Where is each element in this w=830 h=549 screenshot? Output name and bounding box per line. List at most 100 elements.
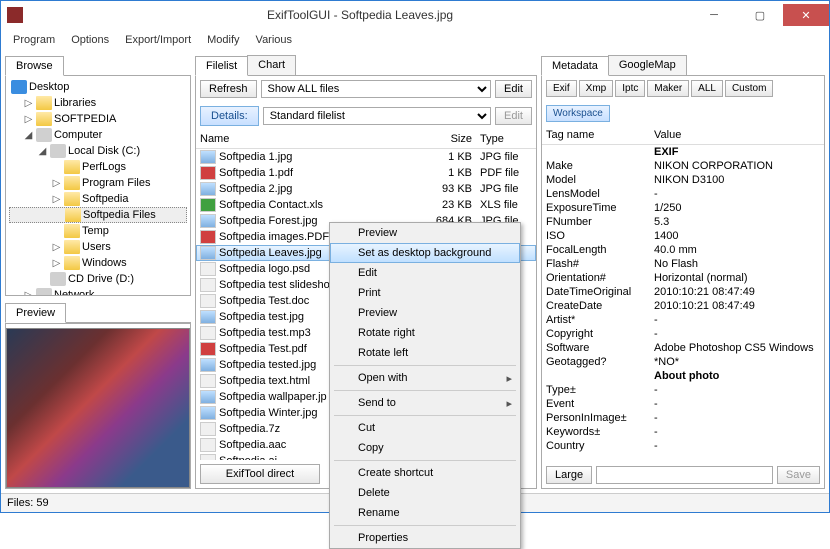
- maker-button[interactable]: Maker: [647, 80, 689, 97]
- context-item[interactable]: Delete: [330, 483, 520, 503]
- menu-modify[interactable]: Modify: [199, 31, 247, 49]
- col-type[interactable]: Type: [472, 133, 532, 145]
- close-button[interactable]: ✕: [783, 4, 829, 26]
- metadata-row[interactable]: EXIF: [542, 145, 824, 159]
- value-input[interactable]: [596, 466, 773, 484]
- metadata-row[interactable]: Country-: [542, 439, 824, 453]
- metadata-row[interactable]: Geotagged?*NO*: [542, 355, 824, 369]
- col-value[interactable]: Value: [654, 129, 681, 141]
- context-item[interactable]: Open with: [330, 368, 520, 388]
- file-row[interactable]: Softpedia Contact.xls23 KBXLS file: [196, 197, 536, 213]
- edit-filter-button[interactable]: Edit: [495, 80, 532, 98]
- metadata-row[interactable]: MakeNIKON CORPORATION: [542, 159, 824, 173]
- tree-item[interactable]: ▷SOFTPEDIA: [9, 111, 187, 127]
- metadata-row[interactable]: Copyright-: [542, 327, 824, 341]
- col-size[interactable]: Size: [422, 133, 472, 145]
- col-name[interactable]: Name: [200, 133, 422, 145]
- menu-export-import[interactable]: Export/Import: [117, 31, 199, 49]
- tree-item[interactable]: ▷Libraries: [9, 95, 187, 111]
- context-separator: [334, 525, 516, 526]
- context-menu[interactable]: PreviewSet as desktop backgroundEditPrin…: [329, 222, 521, 549]
- context-item[interactable]: Create shortcut: [330, 463, 520, 483]
- metadata-row[interactable]: About photo: [542, 369, 824, 383]
- filelist-header[interactable]: Name Size Type: [196, 130, 536, 149]
- metadata-row[interactable]: LensModel-: [542, 187, 824, 201]
- exiftool-direct-button[interactable]: ExifTool direct: [200, 464, 320, 484]
- context-item[interactable]: Rotate left: [330, 343, 520, 363]
- context-item[interactable]: Set as desktop background: [330, 243, 520, 263]
- tree-item[interactable]: ◢Local Disk (C:): [9, 143, 187, 159]
- metadata-row[interactable]: FNumber5.3: [542, 215, 824, 229]
- metadata-row[interactable]: Orientation#Horizontal (normal): [542, 271, 824, 285]
- metadata-row[interactable]: Flash#No Flash: [542, 257, 824, 271]
- filter-select[interactable]: Show ALL files: [261, 80, 492, 98]
- all-button[interactable]: ALL: [691, 80, 723, 97]
- tree-root[interactable]: Desktop: [9, 79, 187, 95]
- metadata-row[interactable]: Event-: [542, 397, 824, 411]
- minimize-button[interactable]: ─: [691, 4, 737, 26]
- tab-filelist[interactable]: Filelist: [195, 56, 248, 76]
- large-button[interactable]: Large: [546, 466, 592, 484]
- iptc-button[interactable]: Iptc: [615, 80, 645, 97]
- custom-button[interactable]: Custom: [725, 80, 773, 97]
- context-item[interactable]: Cut: [330, 418, 520, 438]
- tree-item[interactable]: PerfLogs: [9, 159, 187, 175]
- metadata-row[interactable]: Type±-: [542, 383, 824, 397]
- tree-item[interactable]: ▷Network: [9, 287, 187, 295]
- menu-various[interactable]: Various: [248, 31, 300, 49]
- edit-layout-button: Edit: [495, 107, 532, 125]
- metadata-row[interactable]: FocalLength40.0 mm: [542, 243, 824, 257]
- xmp-button[interactable]: Xmp: [579, 80, 614, 97]
- layout-select[interactable]: Standard filelist: [263, 107, 491, 125]
- folder-tree[interactable]: Desktop▷Libraries▷SOFTPEDIA◢Computer◢Loc…: [6, 76, 190, 295]
- metadata-row[interactable]: ModelNIKON D3100: [542, 173, 824, 187]
- file-row[interactable]: Softpedia 1.pdf1 KBPDF file: [196, 165, 536, 181]
- metadata-row[interactable]: PersonInImage±-: [542, 411, 824, 425]
- tree-item[interactable]: Temp: [9, 223, 187, 239]
- titlebar: ExifToolGUI - Softpedia Leaves.jpg ─ ▢ ✕: [1, 1, 829, 29]
- maximize-button[interactable]: ▢: [737, 4, 783, 26]
- tree-item[interactable]: ▷Program Files: [9, 175, 187, 191]
- tree-item[interactable]: ◢Computer: [9, 127, 187, 143]
- refresh-button[interactable]: Refresh: [200, 80, 257, 98]
- tree-item[interactable]: ▷Softpedia: [9, 191, 187, 207]
- file-row[interactable]: Softpedia 2.jpg93 KBJPG file: [196, 181, 536, 197]
- metadata-row[interactable]: ISO1400: [542, 229, 824, 243]
- preview-image: [6, 328, 190, 488]
- context-item[interactable]: Copy: [330, 438, 520, 458]
- tree-item[interactable]: ▷Windows: [9, 255, 187, 271]
- tab-googlemap[interactable]: GoogleMap: [608, 55, 687, 75]
- metadata-row[interactable]: Artist*-: [542, 313, 824, 327]
- metadata-row[interactable]: ExposureTime1/250: [542, 201, 824, 215]
- metadata-row[interactable]: DateTimeOriginal2010:10:21 08:47:49: [542, 285, 824, 299]
- context-item[interactable]: Send to: [330, 393, 520, 413]
- context-item[interactable]: Print: [330, 283, 520, 303]
- context-item[interactable]: Rotate right: [330, 323, 520, 343]
- tree-item[interactable]: ▷Users: [9, 239, 187, 255]
- menu-options[interactable]: Options: [63, 31, 117, 49]
- context-separator: [334, 460, 516, 461]
- tree-item[interactable]: Softpedia Files: [9, 207, 187, 223]
- metadata-row[interactable]: CreateDate2010:10:21 08:47:49: [542, 299, 824, 313]
- metadata-row[interactable]: Keywords±-: [542, 425, 824, 439]
- context-item[interactable]: Preview: [330, 303, 520, 323]
- exif-button[interactable]: Exif: [546, 80, 577, 97]
- workspace-button[interactable]: Workspace: [546, 105, 610, 122]
- app-icon: [7, 7, 23, 23]
- tab-preview[interactable]: Preview: [5, 303, 66, 323]
- metadata-list[interactable]: EXIFMakeNIKON CORPORATIONModelNIKON D310…: [542, 145, 824, 462]
- context-item[interactable]: Rename: [330, 503, 520, 523]
- context-item[interactable]: Edit: [330, 263, 520, 283]
- file-row[interactable]: Softpedia 1.jpg1 KBJPG file: [196, 149, 536, 165]
- tree-item[interactable]: CD Drive (D:): [9, 271, 187, 287]
- tab-chart[interactable]: Chart: [247, 55, 296, 75]
- tab-metadata[interactable]: Metadata: [541, 56, 609, 76]
- context-item[interactable]: Preview: [330, 223, 520, 243]
- details-button[interactable]: Details:: [200, 106, 259, 126]
- col-tagname[interactable]: Tag name: [546, 129, 654, 141]
- metadata-header[interactable]: Tag name Value: [542, 126, 824, 145]
- menu-program[interactable]: Program: [5, 31, 63, 49]
- metadata-row[interactable]: SoftwareAdobe Photoshop CS5 Windows: [542, 341, 824, 355]
- context-item[interactable]: Properties: [330, 528, 520, 548]
- tab-browse[interactable]: Browse: [5, 56, 64, 76]
